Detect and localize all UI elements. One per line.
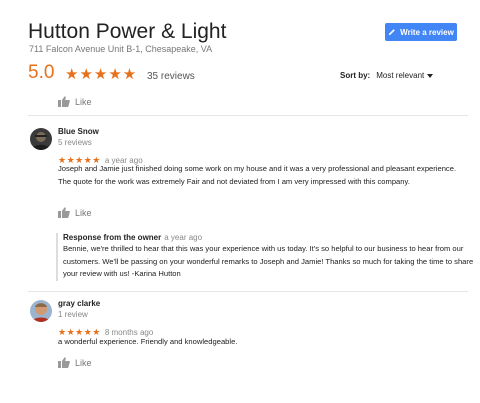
divider <box>28 115 468 116</box>
sort-label: Sort by: <box>340 71 371 80</box>
review-text: a wonderful experience. Friendly and kno… <box>58 337 238 346</box>
review-text: Joseph and Jamie just finished doing som… <box>58 164 457 186</box>
like-label: Like <box>75 207 92 218</box>
thumbs-up-icon <box>58 207 70 218</box>
business-address: 711 Falcon Avenue Unit B-1, Chesapeake, … <box>29 44 213 54</box>
reviewer-name[interactable]: Blue Snow <box>58 127 99 136</box>
write-review-button[interactable]: Write a review <box>385 23 457 41</box>
thumbs-up-icon <box>58 96 70 107</box>
avatar-image <box>30 300 52 322</box>
avatar-image <box>30 128 52 150</box>
write-review-label: Write a review <box>400 27 454 37</box>
overall-rating: 5.0 <box>28 62 55 83</box>
divider <box>28 291 468 292</box>
thumbs-up-icon <box>58 357 70 368</box>
owner-response-text: Bennie, we're thrilled to hear that this… <box>63 244 474 278</box>
pencil-icon <box>388 29 395 36</box>
owner-response-header: Response from the owner a year ago <box>63 233 479 242</box>
avatar[interactable] <box>30 300 52 322</box>
review-count-link[interactable]: 35 reviews <box>147 71 195 82</box>
like-button[interactable]: Like <box>58 96 92 107</box>
overall-stars: ★★★★★ <box>65 66 138 83</box>
like-label: Like <box>75 357 92 368</box>
owner-response-time: a year ago <box>164 233 203 242</box>
owner-response-label: Response from the owner <box>63 233 162 242</box>
like-button[interactable]: Like <box>58 207 92 218</box>
business-name: Hutton Power & Light <box>28 20 227 43</box>
reviewer-name[interactable]: gray clarke <box>58 299 100 308</box>
like-label: Like <box>75 96 92 107</box>
owner-response: Response from the owner a year ago Bennie… <box>56 233 479 281</box>
sort-value: Most relevant <box>376 71 425 80</box>
avatar[interactable] <box>30 128 52 150</box>
like-button[interactable]: Like <box>58 357 92 368</box>
sort-control[interactable]: Sort by: Most relevant <box>340 71 434 80</box>
reviewer-meta: 1 review <box>58 310 88 319</box>
chevron-down-icon <box>427 73 434 78</box>
reviewer-meta: 5 reviews <box>58 138 92 147</box>
